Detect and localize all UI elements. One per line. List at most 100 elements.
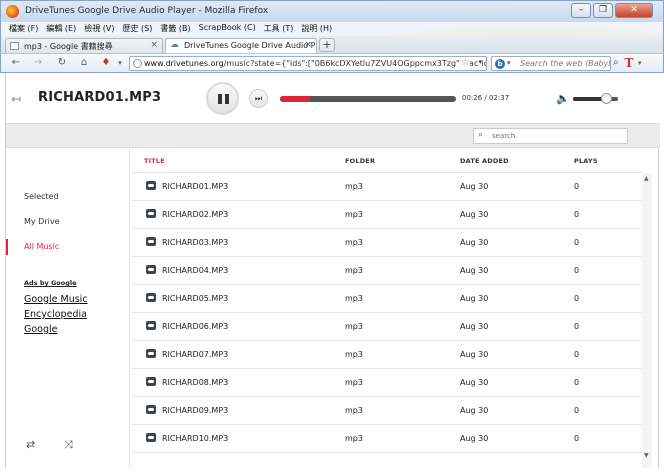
menu-tools[interactable]: 工具 (T): [264, 23, 294, 34]
ad-link-google[interactable]: Google: [24, 324, 58, 335]
track-plays-cell: 0: [574, 238, 580, 247]
col-date-added-header[interactable]: DATE ADDED: [460, 157, 509, 165]
sidebar-item-my-drive[interactable]: My Drive: [6, 214, 130, 230]
track-date-cell: Aug 30: [460, 350, 489, 359]
col-folder-header[interactable]: FOLDER: [345, 157, 375, 165]
track-plays-cell: 0: [574, 350, 580, 359]
tab-close-icon[interactable]: ×: [150, 40, 158, 50]
track-title-cell: RICHARD10.MP3: [162, 434, 229, 443]
table-row[interactable]: RICHARD04.MP3 mp3 Aug 30 0: [132, 257, 642, 285]
cloud-file-icon: [146, 237, 156, 246]
search-input[interactable]: [492, 130, 622, 142]
track-date-cell: Aug 30: [460, 322, 489, 331]
table-row[interactable]: RICHARD03.MP3 mp3 Aug 30 0: [132, 229, 642, 257]
web-search-placeholder: Search the web (Babylon): [520, 59, 611, 68]
track-title-cell: RICHARD06.MP3: [162, 322, 229, 331]
forward-arrow-icon[interactable]: →: [31, 57, 45, 70]
sidebar-item-all-music[interactable]: All Music: [6, 239, 130, 255]
menu-scrapbook[interactable]: ScrapBook (C): [199, 23, 256, 34]
ad-link-google-music[interactable]: Google Music: [24, 294, 88, 305]
addon-dropdown-icon[interactable]: ▾: [113, 57, 127, 70]
cloud-file-icon: [146, 209, 156, 218]
cloud-file-icon: [146, 321, 156, 330]
menu-bookmarks[interactable]: 書籤 (B): [160, 23, 190, 34]
search-engine-dropdown-icon[interactable]: ▾: [507, 59, 511, 67]
menu-edit[interactable]: 編輯 (E): [46, 23, 76, 34]
track-folder-cell: mp3: [345, 238, 363, 247]
player-bar: ↤ RICHARD01.MP3 ⏭ 00:26 / 02:37 🔈: [6, 73, 660, 123]
menu-help[interactable]: 說明 (H): [301, 23, 332, 34]
url-history-dropdown-icon[interactable]: ▾: [478, 58, 482, 66]
table-row[interactable]: RICHARD01.MP3 mp3 Aug 30 0: [132, 173, 642, 201]
col-title-header[interactable]: TITLE: [144, 157, 165, 165]
track-date-cell: Aug 30: [460, 294, 489, 303]
volume-slider[interactable]: [573, 93, 618, 104]
table-row[interactable]: RICHARD05.MP3 mp3 Aug 30 0: [132, 285, 642, 313]
addon-icon[interactable]: ♦: [99, 57, 113, 70]
cloud-file-icon: [146, 377, 156, 386]
col-plays-header[interactable]: PLAYS: [574, 157, 598, 165]
menu-view[interactable]: 檢視 (V): [84, 23, 114, 34]
next-track-button[interactable]: ⏭: [249, 89, 268, 108]
menu-history[interactable]: 歷史 (S): [123, 23, 153, 34]
translate-t-icon[interactable]: T: [622, 56, 636, 71]
tab-close-icon[interactable]: ×: [304, 40, 312, 50]
table-row[interactable]: RICHARD08.MP3 mp3 Aug 30 0: [132, 369, 642, 397]
repeat-icon[interactable]: ⇄: [26, 438, 35, 451]
track-folder-cell: mp3: [345, 350, 363, 359]
search-field[interactable]: ⌕: [473, 128, 628, 144]
track-plays-cell: 0: [574, 294, 580, 303]
sidebar-item-selected[interactable]: Selected: [6, 189, 130, 205]
minimize-button[interactable]: –: [571, 3, 591, 18]
cloud-file-icon: [146, 181, 156, 190]
track-list-scrollbar[interactable]: ▲ ▼: [642, 173, 652, 468]
track-title-cell: RICHARD08.MP3: [162, 378, 229, 387]
progress-bar[interactable]: [280, 96, 456, 102]
home-icon[interactable]: ⌂: [77, 57, 91, 70]
translate-dropdown-icon[interactable]: ▾: [638, 59, 642, 67]
search-engine-icon[interactable]: b: [495, 59, 505, 69]
back-icon[interactable]: ↤: [11, 92, 21, 106]
cloud-file-icon: [146, 433, 156, 442]
new-tab-button[interactable]: +: [319, 38, 335, 52]
track-folder-cell: mp3: [345, 210, 363, 219]
shuffle-icon[interactable]: ⤨: [64, 438, 73, 452]
scroll-up-icon[interactable]: ▲: [644, 175, 649, 182]
close-window-button[interactable]: ✕: [615, 3, 653, 18]
tab-label: mp3 - Google 書籍搜尋: [24, 42, 113, 51]
back-arrow-icon[interactable]: ←: [9, 57, 23, 70]
address-bar[interactable]: www.drivetunes.org/music?state={"ids":["…: [129, 56, 487, 71]
table-row[interactable]: RICHARD09.MP3 mp3 Aug 30 0: [132, 397, 642, 425]
track-date-cell: Aug 30: [460, 378, 489, 387]
table-row[interactable]: RICHARD07.MP3 mp3 Aug 30 0: [132, 341, 642, 369]
track-folder-cell: mp3: [345, 434, 363, 443]
track-plays-cell: 0: [574, 210, 580, 219]
ads-heading[interactable]: Ads by Google: [24, 279, 77, 287]
web-search-go-icon[interactable]: ⌕: [613, 57, 619, 68]
volume-knob[interactable]: [600, 93, 612, 104]
ad-link-encyclopedia[interactable]: Encyclopedia: [24, 309, 87, 320]
web-search-box[interactable]: b ▾ Search the web (Babylon): [491, 56, 611, 71]
scroll-down-icon[interactable]: ▼: [644, 452, 649, 459]
drivetunes-app: ↤ RICHARD01.MP3 ⏭ 00:26 / 02:37 🔈 ⌕ Sele…: [5, 73, 660, 468]
bookmark-star-icon[interactable]: ☆: [461, 57, 470, 68]
pause-button[interactable]: [206, 82, 239, 115]
volume-icon[interactable]: 🔈: [556, 92, 570, 105]
tab-google-books[interactable]: mp3 - Google 書籍搜尋 ×: [5, 38, 163, 53]
track-title-cell: RICHARD05.MP3: [162, 294, 229, 303]
track-date-cell: Aug 30: [460, 434, 489, 443]
table-row[interactable]: RICHARD06.MP3 mp3 Aug 30 0: [132, 313, 642, 341]
progress-fill: [280, 96, 310, 102]
reload-icon[interactable]: ↻: [55, 57, 69, 70]
track-folder-cell: mp3: [345, 406, 363, 415]
maximize-button[interactable]: ❐: [593, 3, 613, 18]
track-folder-cell: mp3: [345, 294, 363, 303]
menu-file[interactable]: 檔案 (F): [9, 23, 38, 34]
site-identity-icon[interactable]: [133, 59, 142, 68]
window-titlebar: DriveTunes Google Drive Audio Player - M…: [0, 0, 664, 22]
tab-drivetunes[interactable]: ☁ DriveTunes Google Drive Audio Pla... ×: [165, 38, 317, 53]
track-date-cell: Aug 30: [460, 210, 489, 219]
table-row[interactable]: RICHARD02.MP3 mp3 Aug 30 0: [132, 201, 642, 229]
table-row[interactable]: RICHARD10.MP3 mp3 Aug 30 0: [132, 425, 642, 453]
track-title-cell: RICHARD01.MP3: [162, 182, 229, 191]
